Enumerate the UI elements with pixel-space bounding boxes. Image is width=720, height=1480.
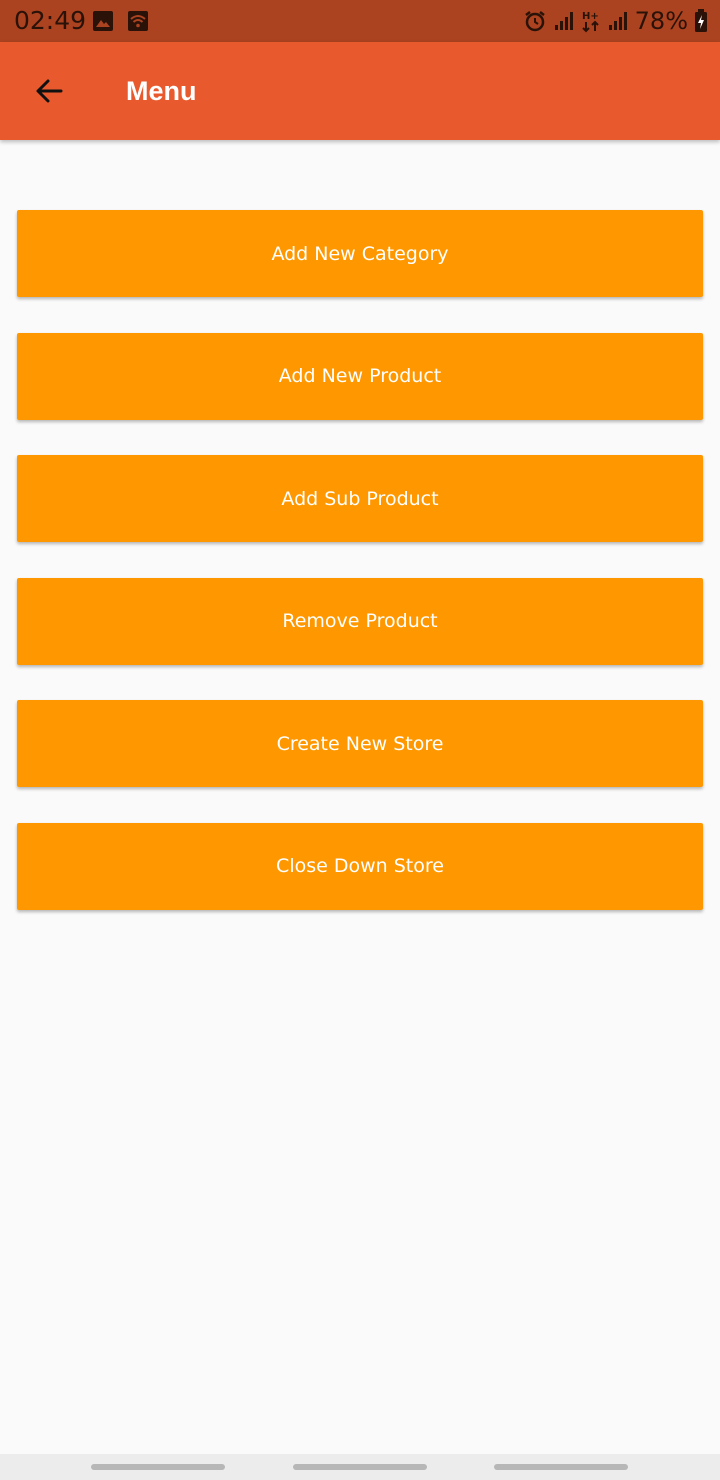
back-button[interactable] <box>22 66 76 120</box>
close-down-store-button[interactable]: Close Down Store <box>17 822 703 910</box>
arrow-back-icon <box>33 75 65 111</box>
battery-percentage: 78% <box>634 7 688 35</box>
nav-recents-handle[interactable] <box>91 1464 225 1470</box>
status-left-icons <box>92 10 149 32</box>
menu-list: Add New Category Add New Product Add Sub… <box>17 210 703 945</box>
signal-icon <box>553 10 575 32</box>
app-bar: Menu <box>0 42 720 140</box>
status-time: 02:49 <box>14 6 87 35</box>
create-new-store-button[interactable]: Create New Store <box>17 700 703 787</box>
remove-product-button[interactable]: Remove Product <box>17 577 703 665</box>
add-sub-product-button[interactable]: Add Sub Product <box>17 455 703 542</box>
navigation-bar <box>0 1454 720 1480</box>
image-icon <box>92 11 119 31</box>
nav-back-handle[interactable] <box>494 1464 628 1470</box>
data-arrows-icon: H+ <box>581 9 601 33</box>
nav-home-handle[interactable] <box>293 1464 427 1470</box>
alarm-icon <box>523 9 547 33</box>
signal-icon <box>607 10 629 32</box>
battery-icon <box>694 9 708 33</box>
svg-text:H+: H+ <box>582 11 599 22</box>
status-bar: 02:49 H+ 78% <box>0 0 720 42</box>
add-new-category-button[interactable]: Add New Category <box>17 210 703 297</box>
add-new-product-button[interactable]: Add New Product <box>17 332 703 420</box>
wifi-icon <box>127 11 149 31</box>
page-title: Menu <box>126 76 197 106</box>
status-right-icons: H+ 78% <box>523 8 708 34</box>
